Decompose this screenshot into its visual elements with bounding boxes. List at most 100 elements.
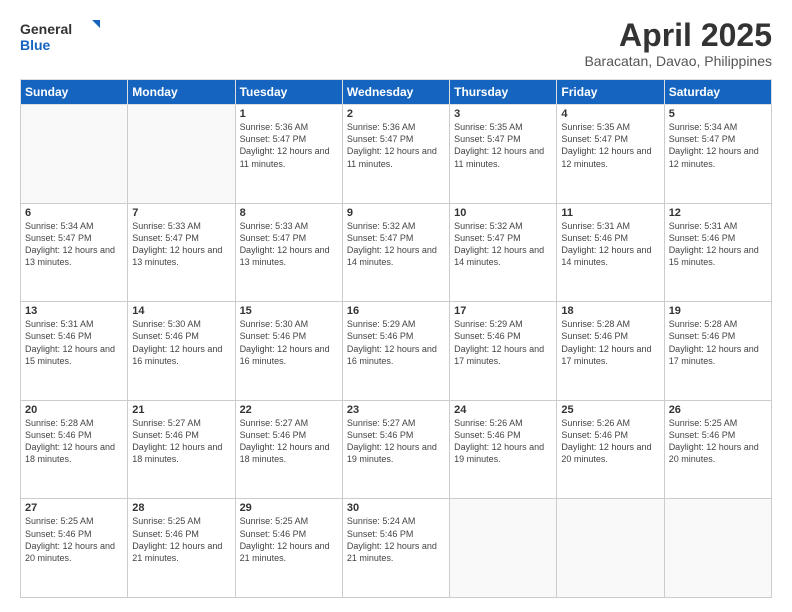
day-number: 1 xyxy=(240,108,338,120)
day-info: Sunrise: 5:28 AM Sunset: 5:46 PM Dayligh… xyxy=(669,318,767,367)
day-number: 22 xyxy=(240,404,338,416)
calendar-cell: 15Sunrise: 5:30 AM Sunset: 5:46 PM Dayli… xyxy=(235,302,342,401)
calendar-cell: 23Sunrise: 5:27 AM Sunset: 5:46 PM Dayli… xyxy=(342,400,449,499)
calendar-cell: 21Sunrise: 5:27 AM Sunset: 5:46 PM Dayli… xyxy=(128,400,235,499)
calendar-cell: 30Sunrise: 5:24 AM Sunset: 5:46 PM Dayli… xyxy=(342,499,449,598)
day-info: Sunrise: 5:36 AM Sunset: 5:47 PM Dayligh… xyxy=(347,121,445,170)
page: General Blue April 2025 Baracatan, Davao… xyxy=(0,0,792,612)
day-number: 14 xyxy=(132,305,230,317)
calendar-cell: 26Sunrise: 5:25 AM Sunset: 5:46 PM Dayli… xyxy=(664,400,771,499)
day-number: 4 xyxy=(561,108,659,120)
day-info: Sunrise: 5:31 AM Sunset: 5:46 PM Dayligh… xyxy=(669,220,767,269)
calendar: Sunday Monday Tuesday Wednesday Thursday… xyxy=(20,79,772,598)
calendar-cell: 3Sunrise: 5:35 AM Sunset: 5:47 PM Daylig… xyxy=(450,105,557,204)
col-saturday: Saturday xyxy=(664,80,771,105)
calendar-cell xyxy=(450,499,557,598)
day-info: Sunrise: 5:31 AM Sunset: 5:46 PM Dayligh… xyxy=(561,220,659,269)
day-number: 11 xyxy=(561,207,659,219)
day-info: Sunrise: 5:26 AM Sunset: 5:46 PM Dayligh… xyxy=(561,417,659,466)
day-number: 3 xyxy=(454,108,552,120)
day-number: 20 xyxy=(25,404,123,416)
calendar-cell: 18Sunrise: 5:28 AM Sunset: 5:46 PM Dayli… xyxy=(557,302,664,401)
day-number: 6 xyxy=(25,207,123,219)
day-info: Sunrise: 5:32 AM Sunset: 5:47 PM Dayligh… xyxy=(454,220,552,269)
day-number: 5 xyxy=(669,108,767,120)
calendar-cell: 14Sunrise: 5:30 AM Sunset: 5:46 PM Dayli… xyxy=(128,302,235,401)
day-number: 7 xyxy=(132,207,230,219)
calendar-week-4: 20Sunrise: 5:28 AM Sunset: 5:46 PM Dayli… xyxy=(21,400,772,499)
col-monday: Monday xyxy=(128,80,235,105)
calendar-cell: 28Sunrise: 5:25 AM Sunset: 5:46 PM Dayli… xyxy=(128,499,235,598)
day-info: Sunrise: 5:30 AM Sunset: 5:46 PM Dayligh… xyxy=(132,318,230,367)
day-info: Sunrise: 5:28 AM Sunset: 5:46 PM Dayligh… xyxy=(25,417,123,466)
day-number: 25 xyxy=(561,404,659,416)
calendar-cell: 6Sunrise: 5:34 AM Sunset: 5:47 PM Daylig… xyxy=(21,203,128,302)
day-number: 27 xyxy=(25,502,123,514)
calendar-cell: 20Sunrise: 5:28 AM Sunset: 5:46 PM Dayli… xyxy=(21,400,128,499)
day-number: 23 xyxy=(347,404,445,416)
main-title: April 2025 xyxy=(584,18,772,53)
col-thursday: Thursday xyxy=(450,80,557,105)
col-friday: Friday xyxy=(557,80,664,105)
calendar-cell: 4Sunrise: 5:35 AM Sunset: 5:47 PM Daylig… xyxy=(557,105,664,204)
calendar-cell: 2Sunrise: 5:36 AM Sunset: 5:47 PM Daylig… xyxy=(342,105,449,204)
day-info: Sunrise: 5:31 AM Sunset: 5:46 PM Dayligh… xyxy=(25,318,123,367)
day-info: Sunrise: 5:33 AM Sunset: 5:47 PM Dayligh… xyxy=(240,220,338,269)
calendar-header-row: Sunday Monday Tuesday Wednesday Thursday… xyxy=(21,80,772,105)
day-number: 2 xyxy=(347,108,445,120)
calendar-cell xyxy=(21,105,128,204)
day-number: 30 xyxy=(347,502,445,514)
calendar-cell: 17Sunrise: 5:29 AM Sunset: 5:46 PM Dayli… xyxy=(450,302,557,401)
calendar-week-3: 13Sunrise: 5:31 AM Sunset: 5:46 PM Dayli… xyxy=(21,302,772,401)
calendar-cell: 7Sunrise: 5:33 AM Sunset: 5:47 PM Daylig… xyxy=(128,203,235,302)
day-info: Sunrise: 5:26 AM Sunset: 5:46 PM Dayligh… xyxy=(454,417,552,466)
calendar-cell: 22Sunrise: 5:27 AM Sunset: 5:46 PM Dayli… xyxy=(235,400,342,499)
day-number: 10 xyxy=(454,207,552,219)
calendar-cell xyxy=(557,499,664,598)
calendar-cell: 13Sunrise: 5:31 AM Sunset: 5:46 PM Dayli… xyxy=(21,302,128,401)
day-info: Sunrise: 5:35 AM Sunset: 5:47 PM Dayligh… xyxy=(561,121,659,170)
day-info: Sunrise: 5:34 AM Sunset: 5:47 PM Dayligh… xyxy=(669,121,767,170)
calendar-cell: 5Sunrise: 5:34 AM Sunset: 5:47 PM Daylig… xyxy=(664,105,771,204)
col-sunday: Sunday xyxy=(21,80,128,105)
calendar-cell: 1Sunrise: 5:36 AM Sunset: 5:47 PM Daylig… xyxy=(235,105,342,204)
day-info: Sunrise: 5:27 AM Sunset: 5:46 PM Dayligh… xyxy=(132,417,230,466)
logo: General Blue xyxy=(20,18,100,56)
calendar-cell: 11Sunrise: 5:31 AM Sunset: 5:46 PM Dayli… xyxy=(557,203,664,302)
day-info: Sunrise: 5:25 AM Sunset: 5:46 PM Dayligh… xyxy=(240,515,338,564)
day-info: Sunrise: 5:28 AM Sunset: 5:46 PM Dayligh… xyxy=(561,318,659,367)
calendar-week-5: 27Sunrise: 5:25 AM Sunset: 5:46 PM Dayli… xyxy=(21,499,772,598)
day-number: 13 xyxy=(25,305,123,317)
calendar-cell: 24Sunrise: 5:26 AM Sunset: 5:46 PM Dayli… xyxy=(450,400,557,499)
calendar-cell: 8Sunrise: 5:33 AM Sunset: 5:47 PM Daylig… xyxy=(235,203,342,302)
day-info: Sunrise: 5:25 AM Sunset: 5:46 PM Dayligh… xyxy=(25,515,123,564)
day-info: Sunrise: 5:27 AM Sunset: 5:46 PM Dayligh… xyxy=(240,417,338,466)
day-number: 19 xyxy=(669,305,767,317)
day-info: Sunrise: 5:27 AM Sunset: 5:46 PM Dayligh… xyxy=(347,417,445,466)
day-info: Sunrise: 5:29 AM Sunset: 5:46 PM Dayligh… xyxy=(347,318,445,367)
svg-text:Blue: Blue xyxy=(20,37,51,53)
day-info: Sunrise: 5:34 AM Sunset: 5:47 PM Dayligh… xyxy=(25,220,123,269)
title-block: April 2025 Baracatan, Davao, Philippines xyxy=(584,18,772,69)
day-info: Sunrise: 5:36 AM Sunset: 5:47 PM Dayligh… xyxy=(240,121,338,170)
calendar-cell: 9Sunrise: 5:32 AM Sunset: 5:47 PM Daylig… xyxy=(342,203,449,302)
day-number: 17 xyxy=(454,305,552,317)
day-number: 21 xyxy=(132,404,230,416)
day-info: Sunrise: 5:32 AM Sunset: 5:47 PM Dayligh… xyxy=(347,220,445,269)
calendar-cell: 12Sunrise: 5:31 AM Sunset: 5:46 PM Dayli… xyxy=(664,203,771,302)
svg-text:General: General xyxy=(20,21,72,37)
day-number: 18 xyxy=(561,305,659,317)
day-number: 8 xyxy=(240,207,338,219)
day-info: Sunrise: 5:33 AM Sunset: 5:47 PM Dayligh… xyxy=(132,220,230,269)
calendar-cell: 29Sunrise: 5:25 AM Sunset: 5:46 PM Dayli… xyxy=(235,499,342,598)
day-info: Sunrise: 5:25 AM Sunset: 5:46 PM Dayligh… xyxy=(669,417,767,466)
calendar-week-1: 1Sunrise: 5:36 AM Sunset: 5:47 PM Daylig… xyxy=(21,105,772,204)
subtitle: Baracatan, Davao, Philippines xyxy=(584,53,772,69)
calendar-cell xyxy=(664,499,771,598)
day-info: Sunrise: 5:25 AM Sunset: 5:46 PM Dayligh… xyxy=(132,515,230,564)
col-tuesday: Tuesday xyxy=(235,80,342,105)
calendar-cell: 27Sunrise: 5:25 AM Sunset: 5:46 PM Dayli… xyxy=(21,499,128,598)
calendar-week-2: 6Sunrise: 5:34 AM Sunset: 5:47 PM Daylig… xyxy=(21,203,772,302)
day-number: 28 xyxy=(132,502,230,514)
day-number: 26 xyxy=(669,404,767,416)
